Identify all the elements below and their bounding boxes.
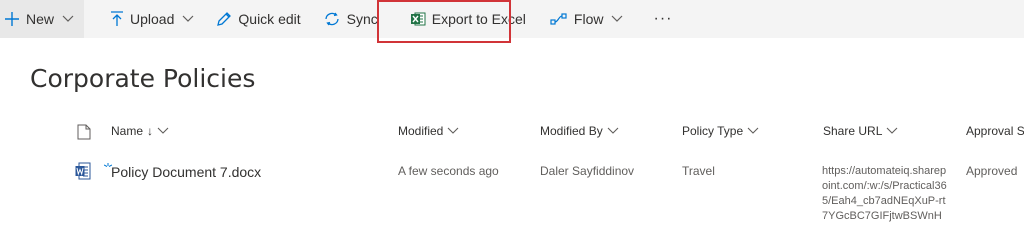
approval-status-cell: Approved	[966, 164, 1018, 178]
export-label: Export to Excel	[431, 11, 526, 27]
chevron-down-icon	[182, 15, 194, 23]
sync-label: Sync	[346, 11, 378, 27]
policy-type-cell: Travel	[682, 164, 715, 178]
column-policy-type-label: Policy Type	[682, 124, 744, 138]
excel-icon	[410, 11, 426, 27]
sort-arrow-icon: ↓	[147, 124, 154, 138]
flow-icon	[550, 12, 568, 26]
modified-cell: A few seconds ago	[398, 164, 499, 178]
share-url-cell[interactable]: https://automateiq.sharepoint.com/:w:/s/…	[822, 164, 950, 224]
quick-edit-button[interactable]: Quick edit	[208, 0, 308, 38]
upload-label: Upload	[130, 11, 175, 27]
plus-icon	[4, 11, 20, 27]
chevron-down-icon	[607, 124, 619, 138]
new-button[interactable]: New	[0, 0, 85, 38]
new-label: New	[26, 11, 55, 27]
more-options-button[interactable]: ···	[643, 0, 682, 38]
file-type-header-icon[interactable]	[77, 124, 91, 145]
page-title: Corporate Policies	[30, 64, 256, 93]
column-header-share-url[interactable]: Share URL	[823, 124, 898, 138]
column-header-modified-by[interactable]: Modified By	[540, 124, 619, 138]
column-approval-label: Approval St	[966, 124, 1024, 138]
chevron-down-icon	[157, 124, 169, 138]
column-modified-by-label: Modified By	[540, 124, 603, 138]
chevron-down-icon	[747, 124, 759, 138]
column-header-approval-status[interactable]: Approval St	[966, 124, 1024, 138]
chevron-down-icon	[447, 124, 459, 138]
column-name-label: Name	[111, 124, 144, 138]
sync-button[interactable]: Sync	[315, 0, 386, 38]
file-name-link[interactable]: Policy Document 7.docx	[111, 164, 261, 180]
word-document-icon	[75, 162, 91, 185]
chevron-down-icon	[886, 124, 898, 138]
upload-button[interactable]: Upload	[102, 0, 202, 38]
upload-icon	[110, 11, 124, 27]
column-share-url-label: Share URL	[823, 124, 883, 138]
sync-icon	[323, 11, 341, 27]
column-header-policy-type[interactable]: Policy Type	[682, 124, 759, 138]
column-header-modified[interactable]: Modified	[398, 124, 459, 138]
quick-edit-label: Quick edit	[238, 11, 301, 27]
column-header-name[interactable]: Name ↓	[111, 124, 169, 138]
pencil-icon	[216, 11, 232, 27]
chevron-down-icon	[62, 15, 74, 23]
command-bar: New Upload Quick edit Sync Export to Exc…	[0, 0, 1024, 38]
chevron-down-icon	[611, 15, 623, 23]
export-to-excel-button[interactable]: Export to Excel	[402, 0, 534, 38]
flow-button[interactable]: Flow	[542, 0, 632, 38]
column-modified-label: Modified	[398, 124, 444, 138]
modified-by-cell[interactable]: Daler Sayfiddinov	[540, 164, 634, 178]
flow-label: Flow	[573, 11, 604, 27]
